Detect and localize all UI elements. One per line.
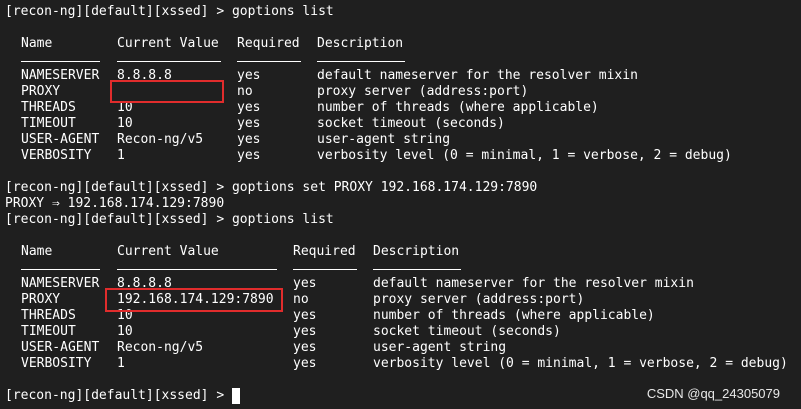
header-required: Required <box>293 244 356 259</box>
option-name: VERBOSITY <box>21 148 92 163</box>
option-required: yes <box>293 356 317 371</box>
command-line-3: [recon-ng][default][xssed] > goptions li… <box>5 212 334 228</box>
header-underline <box>373 269 461 270</box>
header-name: Name <box>21 244 53 259</box>
prompt: [recon-ng][default][xssed] > <box>5 388 225 403</box>
header-current-value: Current Value <box>117 244 219 259</box>
option-value: 1 <box>117 356 125 371</box>
option-required: yes <box>293 276 317 291</box>
option-value: 10 <box>117 324 133 339</box>
command-line-2: [recon-ng][default][xssed] > goptions se… <box>5 180 537 196</box>
option-name: NAMESERVER <box>21 68 100 83</box>
option-required: yes <box>237 100 261 115</box>
header-description: Description <box>317 36 404 51</box>
option-value: 10 <box>117 116 133 131</box>
option-required: yes <box>237 116 261 131</box>
header-underline <box>21 269 100 270</box>
option-name: USER-AGENT <box>21 132 100 147</box>
option-name: PROXY <box>21 292 61 307</box>
header-name: Name <box>21 36 53 51</box>
option-required: yes <box>237 148 261 163</box>
option-description: number of threads (where applicable) <box>373 308 655 323</box>
option-name: VERBOSITY <box>21 356 92 371</box>
option-required: no <box>293 292 309 307</box>
header-underline <box>317 61 405 62</box>
prompt: [recon-ng][default][xssed] > <box>5 180 225 195</box>
option-value: 1 <box>117 148 125 163</box>
watermark: CSDN @qq_24305079 <box>646 386 780 401</box>
option-name: TIMEOUT <box>21 116 76 131</box>
option-required: yes <box>237 68 261 83</box>
prompt: [recon-ng][default][xssed] > <box>5 4 225 19</box>
header-underline <box>117 269 277 270</box>
option-required: yes <box>237 132 261 147</box>
option-description: proxy server (address:port) <box>373 292 585 307</box>
command-text: goptions set PROXY 192.168.174.129:7890 <box>231 180 538 195</box>
option-description: default nameserver for the resolver mixi… <box>373 276 694 291</box>
set-result-line: PROXY ⇒ 192.168.174.129:7890 <box>5 196 225 211</box>
text-cursor[interactable] <box>231 388 240 404</box>
command-text: goptions list <box>231 4 334 19</box>
header-underline <box>117 61 221 62</box>
option-description: number of threads (where applicable) <box>317 100 599 115</box>
command-line-1: [recon-ng][default][xssed] > goptions li… <box>5 4 334 20</box>
option-description: user-agent string <box>317 132 451 147</box>
option-description: verbosity level (0 = minimal, 1 = verbos… <box>373 356 788 371</box>
option-name: THREADS <box>21 308 76 323</box>
option-description: socket timeout (seconds) <box>317 116 505 131</box>
option-required: yes <box>293 308 317 323</box>
header-description: Description <box>373 244 460 259</box>
option-description: user-agent string <box>373 340 507 355</box>
command-text: goptions list <box>231 212 334 227</box>
option-description: proxy server (address:port) <box>317 84 529 99</box>
header-underline <box>293 269 357 270</box>
header-current-value: Current Value <box>117 36 219 51</box>
option-name: USER-AGENT <box>21 340 100 355</box>
option-name: NAMESERVER <box>21 276 100 291</box>
proxy-value-highlight-box <box>105 288 283 312</box>
option-required: yes <box>293 324 317 339</box>
terminal-window[interactable]: [recon-ng][default][xssed] > goptions li… <box>0 0 801 409</box>
option-name: THREADS <box>21 100 76 115</box>
option-name: PROXY <box>21 84 61 99</box>
prompt: [recon-ng][default][xssed] > <box>5 212 225 227</box>
header-underline <box>21 61 100 62</box>
header-underline <box>237 61 301 62</box>
option-value: Recon-ng/v5 <box>117 132 204 147</box>
input-line[interactable]: [recon-ng][default][xssed] > <box>5 388 240 404</box>
option-required: yes <box>293 340 317 355</box>
option-name: TIMEOUT <box>21 324 76 339</box>
option-required: no <box>237 84 253 99</box>
header-required: Required <box>237 36 300 51</box>
option-description: default nameserver for the resolver mixi… <box>317 68 638 83</box>
option-description: socket timeout (seconds) <box>373 324 561 339</box>
proxy-empty-highlight-box <box>110 80 224 103</box>
option-description: verbosity level (0 = minimal, 1 = verbos… <box>317 148 732 163</box>
option-value: Recon-ng/v5 <box>117 340 204 355</box>
